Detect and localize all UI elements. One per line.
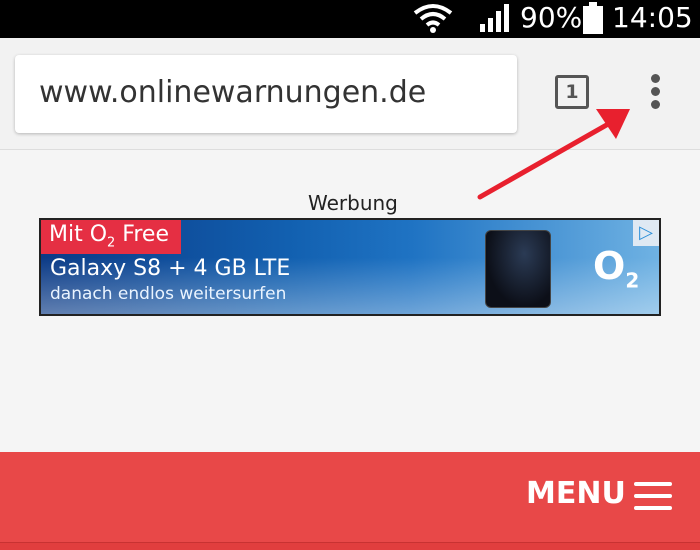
site-menu-bar: MENU: [0, 452, 700, 550]
menu-bar-divider: [0, 542, 700, 550]
wifi-icon: [413, 4, 453, 33]
ad-title: Galaxy S8 + 4 GB LTE: [50, 256, 291, 281]
battery-icon: [583, 2, 603, 34]
ad-tag: Mit O2 Free: [41, 220, 181, 254]
ad-subtitle: danach endlos weitersurfen: [50, 284, 287, 304]
url-text: www.onlinewarnungen.de: [39, 75, 427, 110]
status-bar: 90% 14:05: [0, 0, 700, 38]
phone-image: [485, 230, 551, 308]
address-bar[interactable]: www.onlinewarnungen.de: [15, 55, 517, 133]
clock: 14:05: [612, 1, 693, 34]
signal-icon: [480, 4, 509, 32]
o2-logo: O2: [593, 244, 640, 293]
ad-label: Werbung: [308, 191, 398, 215]
ad-banner[interactable]: Mit O2 Free Galaxy S8 + 4 GB LTE danach …: [39, 218, 661, 316]
hamburger-icon[interactable]: [634, 482, 672, 518]
adchoices-icon[interactable]: ▷: [633, 220, 659, 246]
battery-percent: 90%: [520, 1, 583, 34]
annotation-arrow: [477, 109, 630, 200]
more-vert-icon[interactable]: [640, 74, 670, 114]
menu-button[interactable]: MENU: [526, 476, 626, 511]
